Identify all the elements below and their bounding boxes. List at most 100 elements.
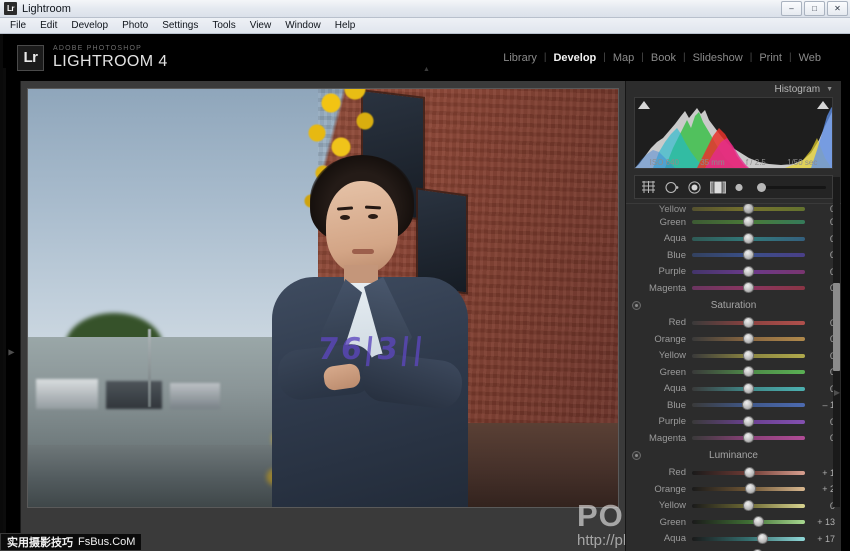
- histogram-shadow-clipping-indicator[interactable]: [638, 101, 650, 109]
- slider-row[interactable]: Purple0: [626, 414, 841, 431]
- slider-row[interactable]: Blue0: [626, 247, 841, 264]
- close-button[interactable]: ✕: [827, 1, 848, 16]
- slider-row[interactable]: Aqua0: [626, 231, 841, 248]
- slider-value[interactable]: 0: [811, 217, 835, 227]
- histogram-panel-header[interactable]: Histogram ▼: [626, 81, 841, 97]
- photo-preview[interactable]: 76|3||: [28, 89, 618, 507]
- slider-track[interactable]: [692, 253, 805, 257]
- slider-row[interactable]: Orange0: [626, 331, 841, 348]
- slider-track[interactable]: [692, 471, 805, 475]
- slider-track[interactable]: [692, 337, 805, 341]
- top-panel-collapse-arrow[interactable]: ▲: [3, 65, 850, 73]
- slider-value[interactable]: 0: [811, 204, 835, 214]
- slider-knob[interactable]: [743, 383, 754, 394]
- slider-track[interactable]: [692, 321, 805, 325]
- slider-value[interactable]: 0: [811, 250, 835, 260]
- slider-knob[interactable]: [753, 516, 764, 527]
- slider-value[interactable]: 0: [811, 283, 835, 293]
- graduated-filter-icon[interactable]: [710, 181, 726, 194]
- slider-row[interactable]: Red+ 1: [626, 465, 841, 482]
- hsl-section-header-saturation[interactable]: Saturation: [626, 297, 841, 315]
- slider-track[interactable]: [692, 387, 805, 391]
- slider-value[interactable]: 0: [811, 267, 835, 277]
- slider-knob[interactable]: [743, 333, 754, 344]
- menu-item-tools[interactable]: Tools: [212, 20, 235, 31]
- slider-value[interactable]: 0: [811, 433, 835, 443]
- module-map[interactable]: Map: [606, 52, 641, 64]
- slider-row[interactable]: Orange+ 2: [626, 481, 841, 498]
- left-panel-expand-arrow[interactable]: ▶: [8, 347, 14, 356]
- spot-removal-icon[interactable]: [665, 181, 679, 194]
- slider-knob[interactable]: [743, 500, 754, 511]
- menu-item-develop[interactable]: Develop: [71, 20, 108, 31]
- slider-value[interactable]: + 17: [811, 534, 835, 544]
- slider-value[interactable]: 0: [811, 351, 835, 361]
- slider-knob[interactable]: [743, 350, 754, 361]
- slider-track[interactable]: [692, 403, 805, 407]
- menu-item-settings[interactable]: Settings: [162, 20, 198, 31]
- module-print[interactable]: Print: [752, 52, 789, 64]
- slider-track[interactable]: [692, 537, 805, 541]
- slider-value[interactable]: 0: [811, 234, 835, 244]
- right-panel-collapse-arrow[interactable]: ▶: [834, 388, 840, 397]
- slider-knob[interactable]: [743, 204, 754, 214]
- slider-knob[interactable]: [743, 249, 754, 260]
- module-develop[interactable]: Develop: [546, 52, 603, 64]
- slider-row[interactable]: Green+ 13: [626, 514, 841, 531]
- right-panel-scrollbar-thumb[interactable]: [833, 283, 840, 371]
- slider-value[interactable]: 0: [811, 334, 835, 344]
- slider-knob[interactable]: [757, 533, 768, 544]
- slider-knob[interactable]: [743, 233, 754, 244]
- slider-row[interactable]: Yellow0: [626, 498, 841, 515]
- slider-knob[interactable]: [743, 317, 754, 328]
- slider-row[interactable]: Yellow0: [626, 204, 841, 214]
- slider-knob[interactable]: [743, 266, 754, 277]
- slider-track[interactable]: [692, 487, 805, 491]
- menu-item-window[interactable]: Window: [285, 20, 321, 31]
- maximize-button[interactable]: □: [804, 1, 825, 16]
- slider-knob[interactable]: [743, 416, 754, 427]
- hsl-section-header-luminance[interactable]: Luminance: [626, 447, 841, 465]
- minimize-button[interactable]: –: [781, 1, 802, 16]
- crop-overlay-icon[interactable]: [641, 181, 656, 194]
- slider-row[interactable]: Yellow0: [626, 348, 841, 365]
- slider-row[interactable]: Aqua+ 17: [626, 531, 841, 548]
- image-stage[interactable]: 76|3|| POCO 摄影专题 http://photo.poco.cn/: [21, 81, 625, 551]
- slider-knob[interactable]: [743, 282, 754, 293]
- slider-value[interactable]: + 1: [811, 468, 835, 478]
- slider-knob[interactable]: [743, 432, 754, 443]
- module-web[interactable]: Web: [792, 52, 828, 64]
- slider-row[interactable]: Magenta0: [626, 430, 841, 447]
- histogram[interactable]: ISO 640 35 mm f / 2.5 1/50 sec: [634, 97, 833, 169]
- adjustment-brush-icon[interactable]: [735, 182, 746, 193]
- slider-value[interactable]: 0: [811, 367, 835, 377]
- red-eye-correction-icon[interactable]: [688, 181, 701, 194]
- slider-value[interactable]: – 1: [811, 400, 835, 410]
- slider-value[interactable]: + 2: [811, 484, 835, 494]
- slider-knob[interactable]: [742, 399, 753, 410]
- slider-row[interactable]: Red0: [626, 315, 841, 332]
- menu-item-edit[interactable]: Edit: [40, 20, 57, 31]
- chevron-down-icon[interactable]: ▼: [826, 86, 833, 93]
- slider-value[interactable]: 0: [811, 417, 835, 427]
- slider-track[interactable]: [692, 286, 805, 290]
- slider-knob[interactable]: [745, 483, 756, 494]
- menu-item-view[interactable]: View: [250, 20, 272, 31]
- menu-item-file[interactable]: File: [10, 20, 26, 31]
- slider-row[interactable]: Green0: [626, 364, 841, 381]
- slider-track[interactable]: [692, 520, 805, 524]
- slider-track[interactable]: [692, 270, 805, 274]
- right-panel-scrollbar[interactable]: [833, 177, 840, 507]
- slider-row[interactable]: Green0: [626, 214, 841, 231]
- module-library[interactable]: Library: [496, 52, 544, 64]
- slider-row[interactable]: Purple0: [626, 264, 841, 281]
- hsl-color-panel[interactable]: Yellow0Green0Aqua0Blue0Purple0Magenta0Sa…: [626, 203, 841, 551]
- slider-track[interactable]: [692, 354, 805, 358]
- slider-value[interactable]: 0: [811, 318, 835, 328]
- slider-value[interactable]: 0: [811, 501, 835, 511]
- slider-value[interactable]: + 13: [811, 517, 835, 527]
- brush-size-slider-knob[interactable]: [757, 183, 766, 192]
- slider-knob[interactable]: [744, 467, 755, 478]
- slider-row[interactable]: Aqua0: [626, 381, 841, 398]
- menu-item-help[interactable]: Help: [335, 20, 356, 31]
